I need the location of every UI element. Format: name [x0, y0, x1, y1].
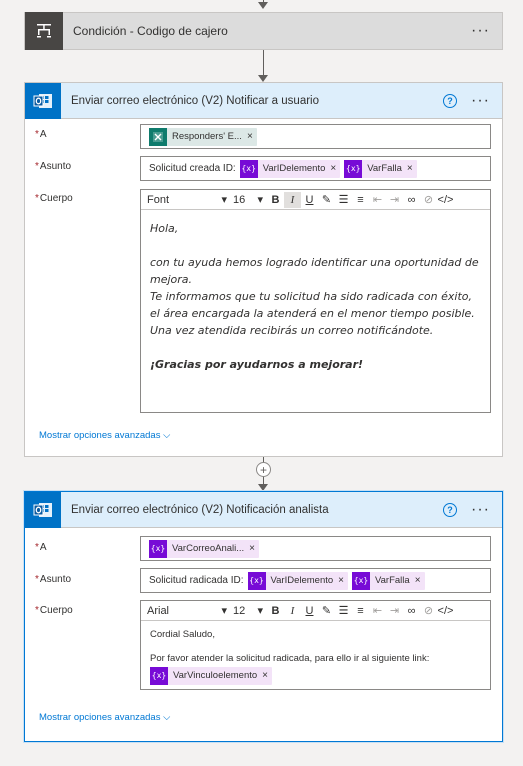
font-select[interactable]: Font ▾ — [147, 193, 227, 207]
token-label: VarFalla — [375, 575, 410, 586]
email-body[interactable]: Cordial Saludo, Por favor atender la sol… — [141, 621, 490, 693]
unlink-icon[interactable]: ⊘ — [420, 603, 437, 619]
outlook-icon — [25, 491, 61, 528]
add-step-button[interactable]: + — [256, 462, 271, 477]
bold-button[interactable]: B — [267, 192, 284, 208]
send-email-card-user[interactable]: Enviar correo electrónico (V2) Notificar… — [24, 82, 503, 457]
token-label: VarVinculoelemento — [173, 670, 258, 681]
to-label: *A — [35, 129, 47, 140]
expression-icon: {x} — [344, 159, 363, 178]
outdent-icon[interactable]: ⇤ — [369, 192, 386, 208]
unlink-icon[interactable]: ⊘ — [420, 192, 437, 208]
token-label: VarCorreoAnali... — [172, 543, 245, 554]
more-options-icon[interactable]: ··· — [471, 22, 502, 40]
indent-icon[interactable]: ⇥ — [386, 603, 403, 619]
numbered-list-icon[interactable]: ≡ — [352, 603, 369, 619]
editor-toolbar: Font ▾ 16 ▾ B I U ✎ ☰ ≡ ⇤ ⇥ ∞ ⊘ </> — [141, 190, 490, 210]
body-label: *Cuerpo — [35, 605, 73, 616]
font-size-select[interactable]: 16 ▾ — [233, 193, 263, 207]
italic-button[interactable]: I — [284, 603, 301, 619]
card-header[interactable]: Enviar correo electrónico (V2) Notificar… — [25, 82, 502, 119]
subject-field[interactable]: Solicitud creada ID: {x} VarIDelemento ×… — [140, 156, 491, 181]
expression-icon: {x} — [149, 539, 167, 558]
help-icon[interactable]: ? — [443, 93, 458, 108]
subject-label: *Asunto — [35, 161, 72, 172]
help-icon[interactable]: ? — [443, 502, 458, 517]
send-email-card-analyst[interactable]: Enviar correo electrónico (V2) Notificac… — [24, 491, 503, 742]
remove-token-icon[interactable]: × — [247, 131, 257, 142]
to-field[interactable]: Responders' E... × — [140, 124, 491, 149]
expression-icon: {x} — [352, 571, 371, 590]
indent-icon[interactable]: ⇥ — [386, 192, 403, 208]
dynamic-token[interactable]: {x} VarFalla × — [344, 159, 417, 178]
code-view-icon[interactable]: </> — [437, 603, 454, 619]
dynamic-token[interactable]: Responders' E... × — [149, 127, 257, 146]
condition-card[interactable]: Condición - Codigo de cajero ··· — [24, 12, 503, 50]
condition-icon — [25, 12, 63, 50]
card-title: Enviar correo electrónico (V2) Notificar… — [71, 94, 319, 107]
body-label: *Cuerpo — [35, 193, 73, 204]
body-editor[interactable]: Arial ▾ 12 ▾ B I U ✎ ☰ ≡ ⇤ ⇥ ∞ ⊘ </> Cordi… — [140, 600, 491, 690]
remove-token-icon[interactable]: × — [415, 575, 425, 586]
subject-text: Solicitud radicada ID: — [149, 575, 244, 586]
subject-label: *Asunto — [35, 574, 72, 585]
connector-arrow — [258, 484, 268, 491]
token-label: VarIDelemento — [262, 163, 326, 174]
show-advanced-options-link[interactable]: Mostrar opciones avanzadas ⌵ — [39, 430, 170, 441]
connector-arrow — [258, 75, 268, 82]
font-size-select[interactable]: 12 ▾ — [233, 604, 263, 618]
font-select[interactable]: Arial ▾ — [147, 604, 227, 618]
bulleted-list-icon[interactable]: ☰ — [335, 192, 352, 208]
remove-token-icon[interactable]: × — [407, 163, 417, 174]
show-advanced-options-link[interactable]: Mostrar opciones avanzadas ⌵ — [39, 712, 170, 723]
flow-canvas: Condición - Codigo de cajero ··· Enviar … — [0, 0, 523, 766]
condition-title: Condición - Codigo de cajero — [73, 24, 228, 38]
remove-token-icon[interactable]: × — [262, 670, 272, 682]
email-body[interactable]: Hola, con tu ayuda hemos logrado identif… — [141, 210, 490, 383]
underline-button[interactable]: U — [301, 603, 318, 619]
excel-token-icon — [149, 127, 167, 146]
outlook-icon — [25, 82, 61, 119]
to-label: *A — [35, 542, 47, 553]
subject-text: Solicitud creada ID: — [149, 163, 236, 174]
underline-button[interactable]: U — [301, 192, 318, 208]
outdent-icon[interactable]: ⇤ — [369, 603, 386, 619]
card-title: Enviar correo electrónico (V2) Notificac… — [71, 503, 329, 516]
body-editor[interactable]: Font ▾ 16 ▾ B I U ✎ ☰ ≡ ⇤ ⇥ ∞ ⊘ </> Hola, … — [140, 189, 491, 413]
connector-arrow — [258, 2, 268, 9]
dynamic-token[interactable]: {x} VarFalla × — [352, 571, 425, 590]
dynamic-token[interactable]: {x} VarCorreoAnali... × — [149, 539, 260, 558]
more-options-icon[interactable]: ··· — [471, 92, 502, 110]
more-options-icon[interactable]: ··· — [471, 501, 502, 519]
dynamic-token[interactable]: {x} VarVinculoelemento × — [150, 667, 272, 685]
to-field[interactable]: {x} VarCorreoAnali... × — [140, 536, 491, 561]
link-icon[interactable]: ∞ — [403, 192, 420, 208]
editor-toolbar: Arial ▾ 12 ▾ B I U ✎ ☰ ≡ ⇤ ⇥ ∞ ⊘ </> — [141, 601, 490, 621]
link-icon[interactable]: ∞ — [403, 603, 420, 619]
dynamic-token[interactable]: {x} VarIDelemento × — [239, 159, 341, 178]
bulleted-list-icon[interactable]: ☰ — [335, 603, 352, 619]
pen-icon[interactable]: ✎ — [318, 192, 335, 208]
expression-icon: {x} — [150, 667, 168, 685]
numbered-list-icon[interactable]: ≡ — [352, 192, 369, 208]
connector-line — [263, 50, 264, 78]
remove-token-icon[interactable]: × — [338, 575, 348, 586]
token-label: VarFalla — [367, 163, 402, 174]
expression-icon: {x} — [247, 571, 266, 590]
token-label: Responders' E... — [172, 131, 242, 142]
bold-button[interactable]: B — [267, 603, 284, 619]
expression-icon: {x} — [239, 159, 258, 178]
pen-icon[interactable]: ✎ — [318, 603, 335, 619]
italic-button[interactable]: I — [284, 191, 301, 208]
card-header[interactable]: Enviar correo electrónico (V2) Notificac… — [25, 491, 502, 528]
subject-field[interactable]: Solicitud radicada ID: {x} VarIDelemento… — [140, 568, 491, 593]
remove-token-icon[interactable]: × — [249, 543, 259, 554]
remove-token-icon[interactable]: × — [330, 163, 340, 174]
code-view-icon[interactable]: </> — [437, 192, 454, 208]
dynamic-token[interactable]: {x} VarIDelemento × — [247, 571, 349, 590]
token-label: VarIDelemento — [270, 575, 334, 586]
